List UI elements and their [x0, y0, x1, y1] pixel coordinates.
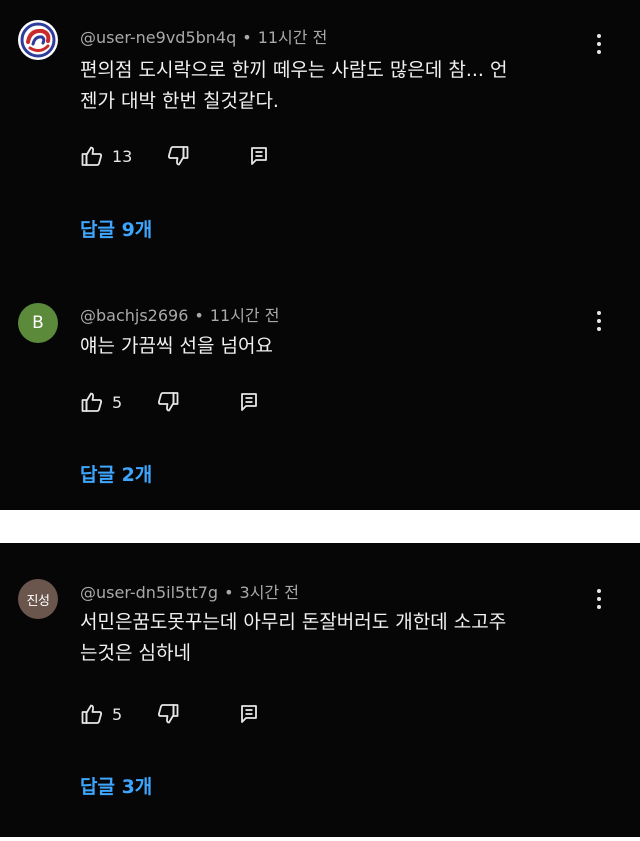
meta-separator: •: [194, 306, 204, 325]
avatar[interactable]: [18, 20, 58, 60]
reply-button[interactable]: [248, 145, 270, 167]
comment-text: 편의점 도시락으로 한끼 떼우는 사람도 많은데 참... 언 젠가 대박 한번…: [80, 55, 590, 117]
username-link[interactable]: @user-ne9vd5bn4q: [80, 28, 236, 47]
reply-icon: [241, 705, 258, 723]
comment-actions: 5: [80, 701, 294, 727]
meta-separator: •: [242, 28, 252, 47]
swirl-logo-icon: [20, 22, 56, 58]
comment-actions: 5: [80, 389, 294, 415]
more-vert-icon[interactable]: [592, 309, 606, 333]
dislike-button[interactable]: [156, 702, 180, 726]
more-vert-icon[interactable]: [592, 587, 606, 611]
like-button[interactable]: 5: [80, 390, 122, 414]
comment-text-line: 얘는 가끔씩 선을 넘어요: [80, 335, 273, 357]
avatar[interactable]: 진성: [18, 579, 58, 619]
thumbs-down-icon: [158, 704, 179, 724]
thumbs-down-icon: [168, 146, 189, 166]
like-button[interactable]: 13: [80, 144, 132, 168]
thumbs-up-icon: [81, 704, 103, 724]
comment-panel-top: @user-ne9vd5bn4q • 11시간 전 편의점 도시락으로 한끼 떼우는…: [0, 0, 640, 510]
thumbs-down-icon: [158, 392, 179, 412]
comment-text-line: 편의점 도시락으로 한끼 떼우는 사람도 많은데 참... 언: [80, 59, 508, 81]
like-count: 5: [112, 704, 123, 724]
comment-text: 얘는 가끔씩 선을 넘어요: [80, 331, 590, 362]
comment-actions: 13: [80, 143, 304, 169]
view-replies-button[interactable]: 답글 2개: [80, 460, 152, 487]
comment-timestamp[interactable]: 11시간 전: [210, 306, 280, 325]
thumbs-up-icon: [81, 392, 103, 412]
reply-button[interactable]: [238, 391, 260, 413]
more-vert-icon[interactable]: [592, 32, 606, 56]
comment-meta: @user-ne9vd5bn4q • 11시간 전: [80, 24, 327, 48]
like-button[interactable]: 5: [80, 702, 122, 726]
view-replies-button[interactable]: 답글 9개: [80, 215, 152, 242]
comment-text-line: 는것은 심하네: [80, 642, 191, 664]
thumbs-up-icon: [81, 146, 103, 166]
dislike-button[interactable]: [166, 144, 190, 168]
comment-meta: @bachjs2696 • 11시간 전: [80, 302, 279, 326]
like-count: 13: [112, 146, 133, 166]
reply-icon: [241, 393, 258, 411]
dislike-button[interactable]: [156, 390, 180, 414]
view-replies-button[interactable]: 답글 3개: [80, 772, 152, 799]
comment-timestamp[interactable]: 3시간 전: [240, 583, 299, 602]
comment-panel-bottom: 진성 @user-dn5il5tt7g • 3시간 전 서민은꿈도못꾸는데 아무리 …: [0, 543, 640, 837]
comment-text-line: 서민은꿈도못꾸는데 아무리 돈잘버러도 개한데 소고주: [80, 611, 507, 633]
avatar-initial: 진성: [26, 593, 50, 609]
like-count: 5: [112, 392, 123, 412]
comment-meta: @user-dn5il5tt7g • 3시간 전: [80, 579, 299, 603]
username-link[interactable]: @user-dn5il5tt7g: [80, 583, 218, 602]
meta-separator: •: [224, 583, 234, 602]
reply-icon: [251, 147, 268, 165]
username-link[interactable]: @bachjs2696: [80, 306, 188, 325]
avatar-initial: B: [32, 313, 44, 333]
comment-text: 서민은꿈도못꾸는데 아무리 돈잘버러도 개한데 소고주 는것은 심하네: [80, 607, 590, 669]
reply-button[interactable]: [238, 703, 260, 725]
comment-timestamp[interactable]: 11시간 전: [258, 28, 328, 47]
comment-text-line: 젠가 대박 한번 칠것같다.: [80, 90, 279, 112]
avatar[interactable]: B: [18, 303, 58, 343]
